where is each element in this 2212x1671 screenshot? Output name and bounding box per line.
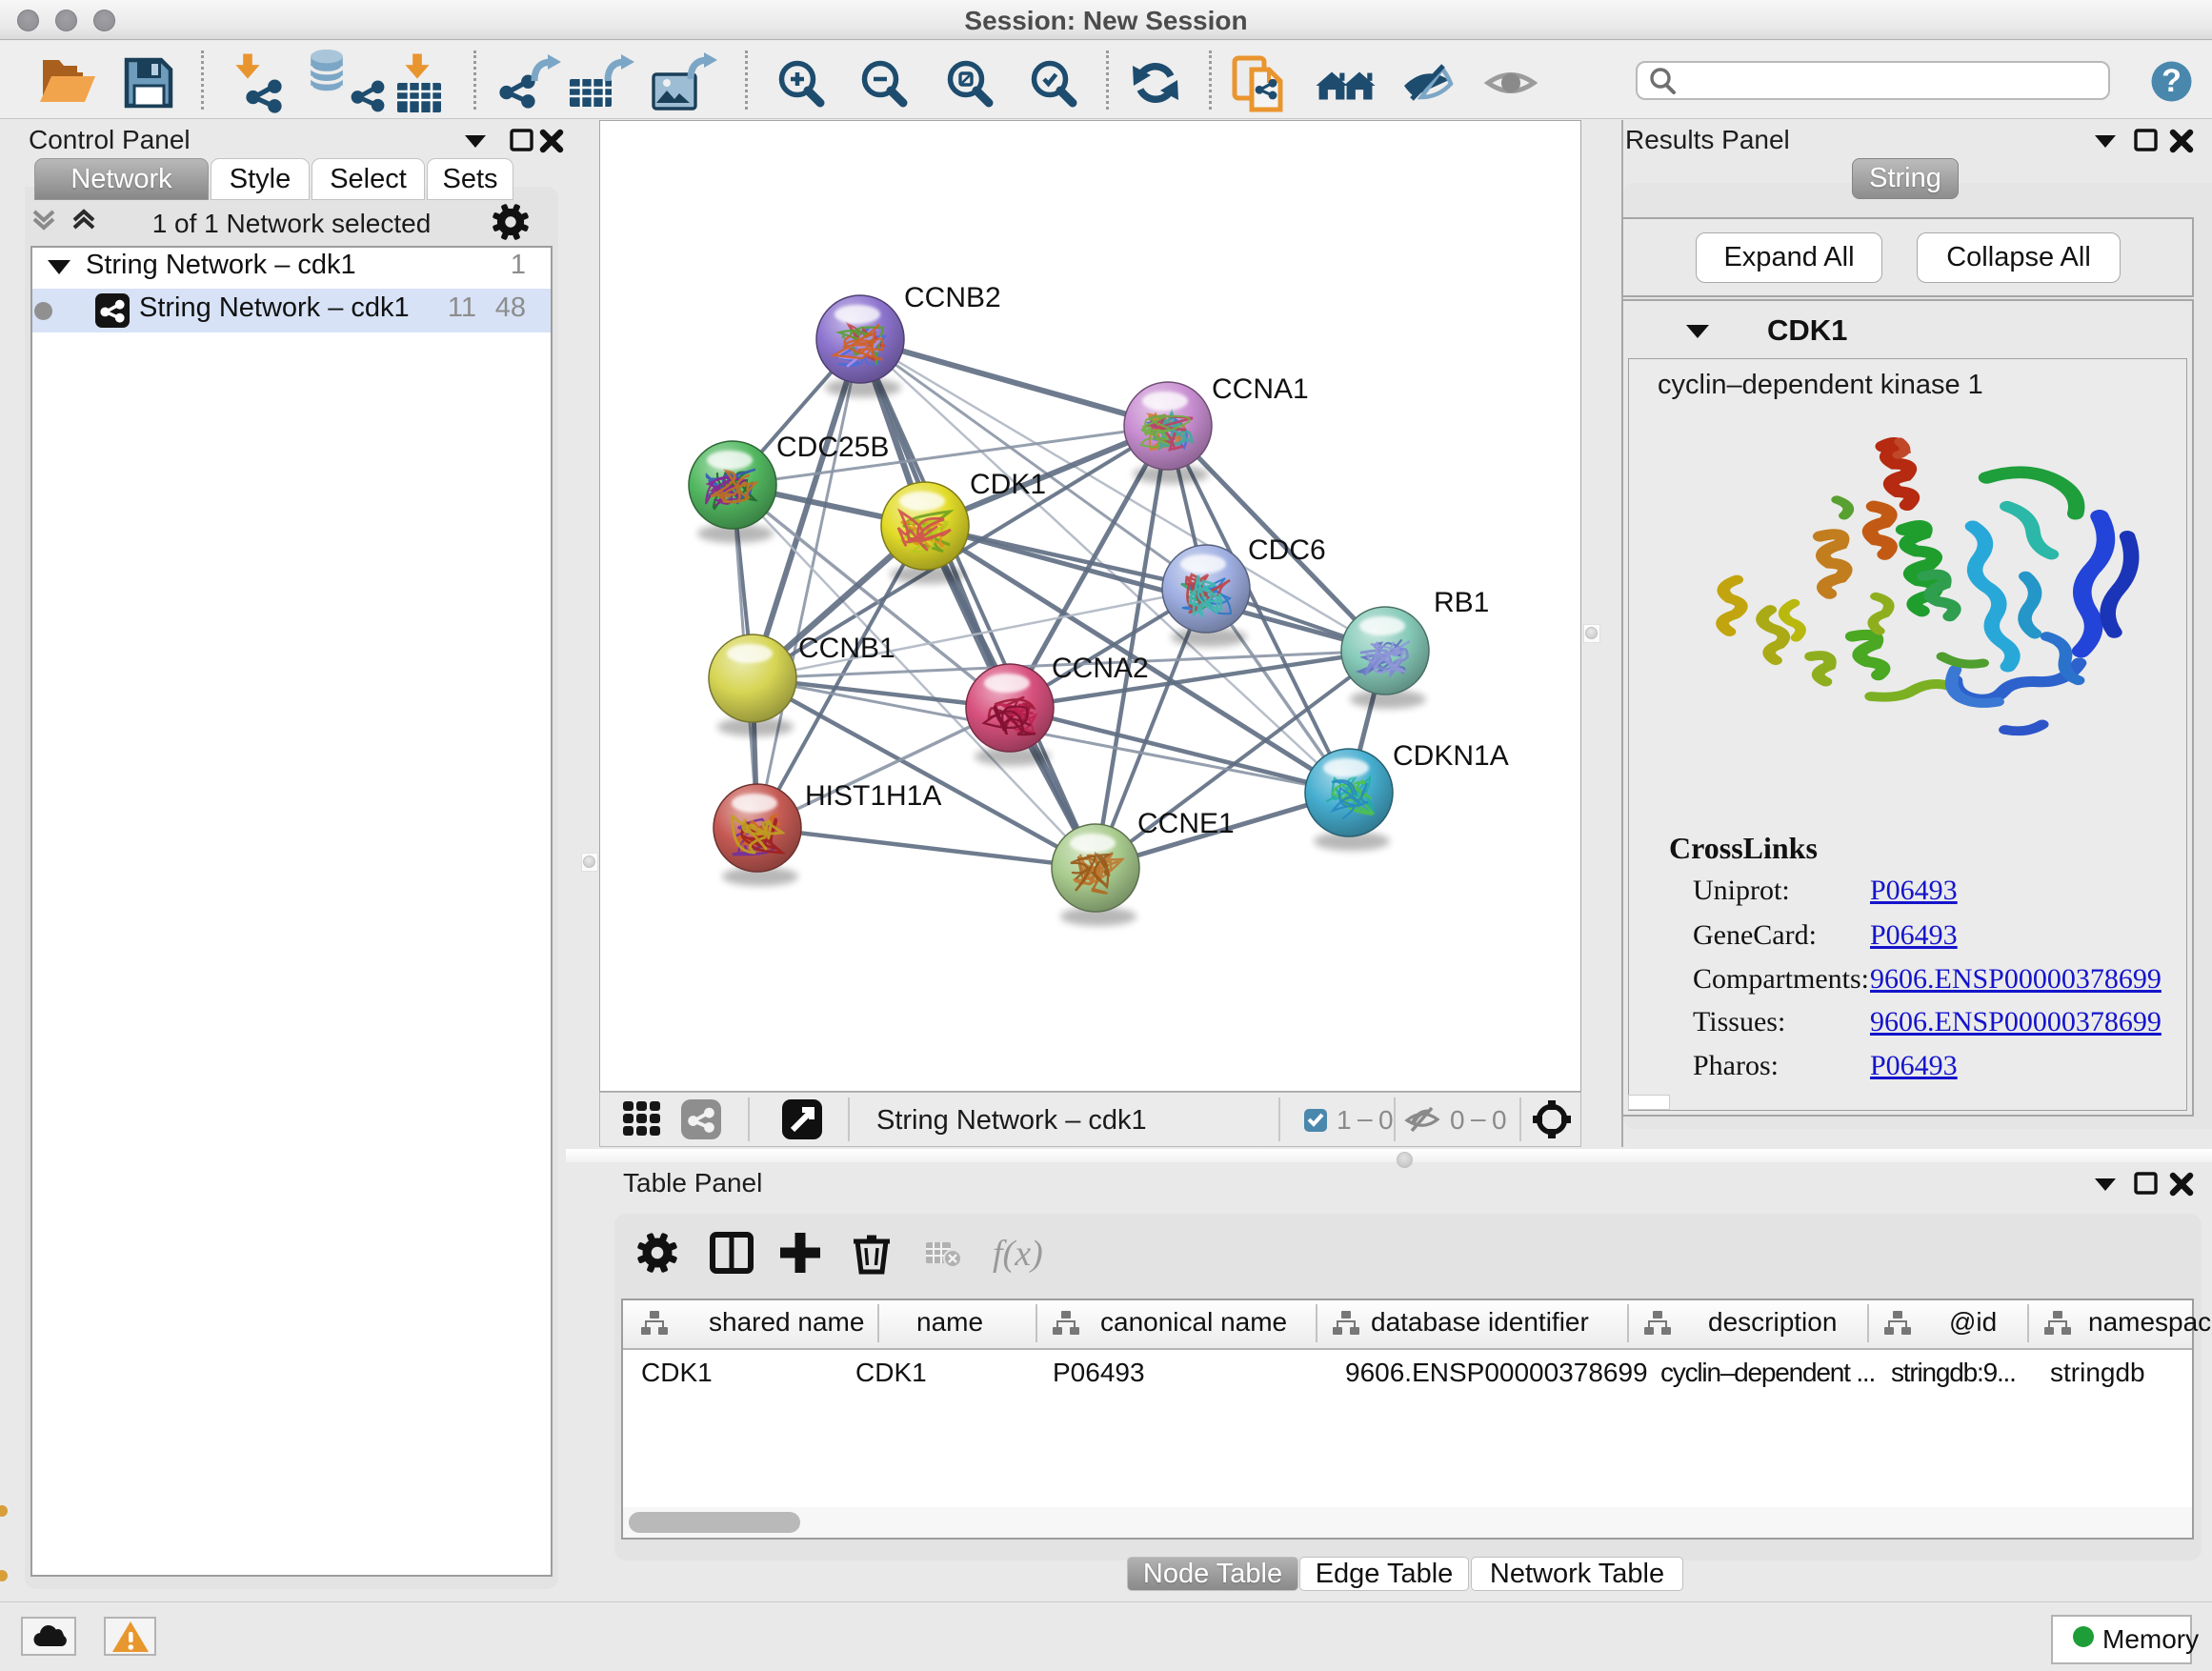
svg-text:CDK1: CDK1 (970, 469, 1046, 500)
svg-text:0: 0 (1450, 1105, 1465, 1135)
svg-text:–: – (1471, 1103, 1486, 1133)
svg-text:RB1: RB1 (1434, 587, 1489, 618)
svg-text:CCNE1: CCNE1 (1137, 808, 1235, 839)
svg-text:CCNB1: CCNB1 (798, 633, 895, 664)
svg-text:CCNB2: CCNB2 (904, 282, 1001, 313)
svg-text:String Network – cdk1: String Network – cdk1 (876, 1105, 1147, 1136)
svg-text:?: ? (2162, 63, 2182, 99)
svg-text:0: 0 (1378, 1105, 1394, 1135)
svg-text:1: 1 (1337, 1105, 1352, 1135)
svg-text:CCNA2: CCNA2 (1052, 653, 1149, 684)
svg-text:CDC25B: CDC25B (776, 432, 889, 463)
svg-text:CDKN1A: CDKN1A (1393, 740, 1509, 772)
svg-text:–: – (1357, 1103, 1373, 1133)
svg-text:0: 0 (1492, 1105, 1507, 1135)
svg-text:CDC6: CDC6 (1248, 534, 1326, 566)
svg-text:f(x): f(x) (993, 1234, 1043, 1274)
svg-text:HIST1H1A: HIST1H1A (805, 780, 941, 812)
svg-text:CCNA1: CCNA1 (1212, 373, 1309, 405)
